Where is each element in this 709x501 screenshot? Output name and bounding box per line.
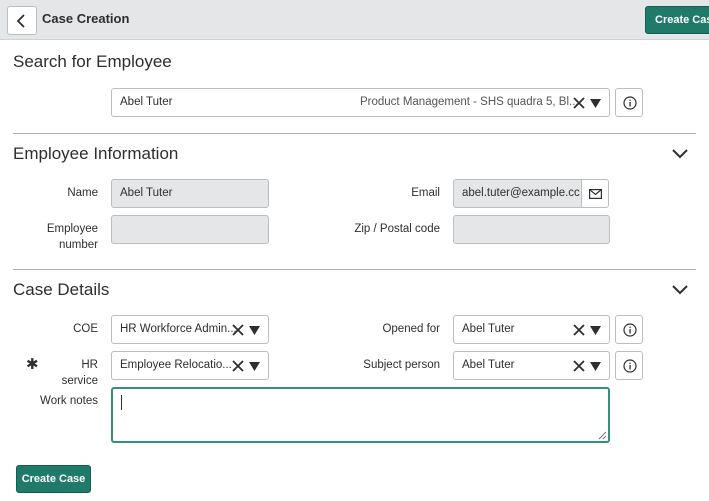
page-header: Case Creation Create Case bbox=[0, 0, 709, 40]
clear-icon[interactable] bbox=[573, 324, 585, 336]
case-details-section-title: Case Details bbox=[13, 280, 110, 299]
subject-person-select[interactable]: Abel Tuter bbox=[453, 351, 610, 380]
coe-value: HR Workforce Admin... bbox=[120, 323, 237, 335]
work-notes-label: Work notes bbox=[40, 395, 98, 407]
hr-service-select[interactable]: Employee Relocatio... bbox=[111, 351, 269, 380]
hr-service-label: HR service bbox=[61, 359, 98, 387]
employee-search-value: Abel Tuter bbox=[120, 96, 173, 108]
email-value: abel.tuter@example.cc bbox=[462, 187, 580, 199]
coe-select[interactable]: HR Workforce Admin... bbox=[111, 315, 269, 344]
page-title: Case Creation bbox=[42, 11, 130, 26]
dropdown-arrow-icon[interactable] bbox=[590, 362, 601, 371]
zip-label: Zip / Postal code bbox=[354, 223, 440, 235]
name-label: Name bbox=[67, 187, 98, 199]
chevron-down-icon[interactable] bbox=[671, 284, 689, 296]
opened-for-select[interactable]: Abel Tuter bbox=[453, 315, 610, 344]
employee-number-label: Employee number bbox=[46, 223, 98, 251]
dropdown-arrow-icon[interactable] bbox=[590, 99, 601, 108]
clear-icon[interactable] bbox=[232, 324, 244, 336]
employee-info-section-title: Employee Information bbox=[13, 144, 179, 163]
employee-number-field bbox=[111, 215, 269, 244]
hr-service-value: Employee Relocatio... bbox=[120, 359, 232, 371]
subject-person-info-button[interactable] bbox=[615, 351, 643, 380]
info-icon bbox=[623, 359, 637, 373]
section-divider bbox=[13, 133, 696, 134]
employee-info-button[interactable] bbox=[615, 88, 643, 117]
clear-icon[interactable] bbox=[232, 360, 244, 372]
section-divider bbox=[13, 269, 696, 270]
chevron-down-icon[interactable] bbox=[671, 148, 689, 160]
email-label: Email bbox=[411, 187, 440, 199]
coe-label: COE bbox=[73, 323, 98, 335]
zip-field bbox=[453, 215, 610, 244]
chevron-left-icon bbox=[16, 14, 25, 28]
employee-search-detail: Product Management - SHS quadra 5, Bl... bbox=[360, 96, 579, 108]
subject-person-label: Subject person bbox=[363, 359, 440, 371]
info-icon bbox=[623, 323, 637, 337]
opened-for-info-button[interactable] bbox=[615, 315, 643, 344]
info-icon bbox=[623, 96, 637, 110]
opened-for-label: Opened for bbox=[382, 323, 440, 335]
name-field: Abel Tuter bbox=[111, 179, 269, 208]
clear-icon[interactable] bbox=[573, 360, 585, 372]
employee-search-field[interactable]: Abel Tuter Product Management - SHS quad… bbox=[111, 88, 610, 117]
create-case-header-button[interactable]: Create Case bbox=[645, 6, 709, 34]
dropdown-arrow-icon[interactable] bbox=[590, 326, 601, 335]
dropdown-arrow-icon[interactable] bbox=[249, 362, 260, 371]
envelope-icon bbox=[589, 189, 602, 199]
work-notes-textarea[interactable] bbox=[111, 387, 610, 443]
send-email-button[interactable] bbox=[581, 179, 609, 208]
back-button[interactable] bbox=[7, 6, 37, 35]
opened-for-value: Abel Tuter bbox=[462, 323, 515, 335]
dropdown-arrow-icon[interactable] bbox=[249, 326, 260, 335]
name-value: Abel Tuter bbox=[120, 187, 173, 199]
email-field: abel.tuter@example.cc bbox=[453, 179, 582, 208]
resize-handle-icon[interactable] bbox=[598, 431, 607, 440]
clear-icon[interactable] bbox=[573, 97, 585, 109]
search-section-title: Search for Employee bbox=[13, 52, 172, 71]
required-marker: ✱ bbox=[26, 356, 39, 373]
text-cursor bbox=[121, 395, 122, 410]
create-case-button[interactable]: Create Case bbox=[16, 465, 91, 493]
subject-person-value: Abel Tuter bbox=[462, 359, 515, 371]
